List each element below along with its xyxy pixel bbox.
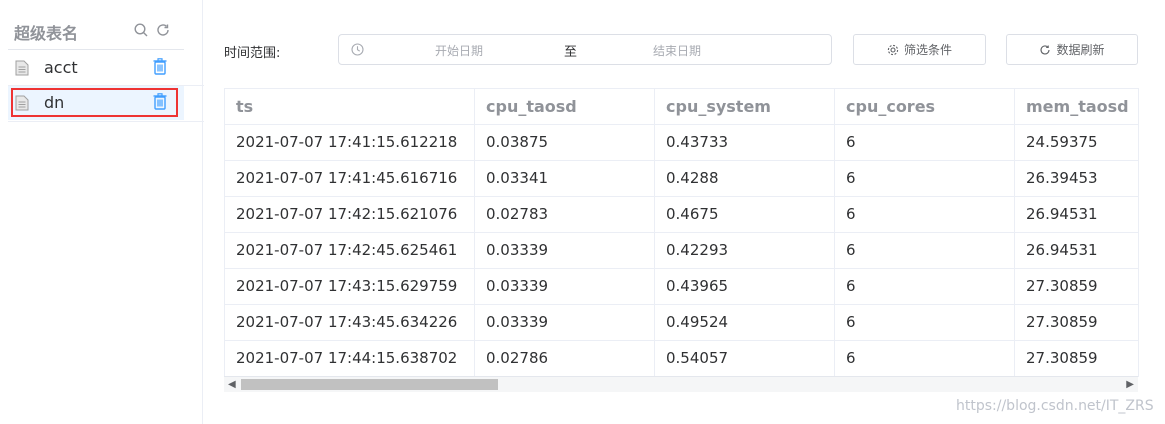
filter-button-label: 筛选条件 (903, 43, 952, 57)
table-row: 2021-07-07 17:41:45.616716 0.03341 0.428… (225, 161, 1139, 197)
table-cell: 0.42293 (655, 233, 835, 268)
table-cell: 0.54057 (655, 341, 835, 376)
sidebar-item-label: acct (44, 58, 78, 77)
clock-icon (351, 43, 364, 56)
table-row: 2021-07-07 17:43:45.634226 0.03339 0.495… (225, 305, 1139, 341)
column-header[interactable]: cpu_cores (835, 89, 1015, 124)
table-cell: 6 (835, 305, 1015, 340)
table-cell: 0.49524 (655, 305, 835, 340)
table-cell: 24.59375 (1015, 125, 1139, 160)
table-cell: 6 (835, 233, 1015, 268)
scrollbar-thumb[interactable] (241, 379, 498, 390)
document-icon (15, 60, 29, 76)
table-cell: 0.4288 (655, 161, 835, 196)
table-cell: 6 (835, 269, 1015, 304)
end-date-input[interactable]: 结束日期 (653, 42, 701, 59)
table-row: 2021-07-07 17:42:15.621076 0.02783 0.467… (225, 197, 1139, 233)
delete-icon[interactable] (153, 58, 167, 75)
table-cell: 0.02783 (475, 197, 655, 232)
horizontal-scrollbar[interactable]: ◀ ▶ (224, 376, 1138, 392)
table-cell: 2021-07-07 17:42:45.625461 (225, 233, 475, 268)
sidebar-item-dn[interactable]: dn (8, 86, 184, 120)
table-cell: 26.94531 (1015, 233, 1139, 268)
table-cell: 0.43733 (655, 125, 835, 160)
document-icon (15, 95, 29, 111)
table-cell: 27.30859 (1015, 269, 1139, 304)
column-header[interactable]: cpu_taosd (475, 89, 655, 124)
scroll-right-icon[interactable]: ▶ (1126, 379, 1134, 390)
table-cell: 0.03875 (475, 125, 655, 160)
date-range-picker[interactable]: 开始日期 至 结束日期 (338, 34, 832, 65)
table-cell: 27.30859 (1015, 305, 1139, 340)
sidebar: 超级表名 acct dn (0, 0, 204, 424)
table-cell: 6 (835, 161, 1015, 196)
table-cell: 0.03339 (475, 305, 655, 340)
sidebar-divider (8, 121, 204, 122)
sidebar-item-acct[interactable]: acct (8, 51, 184, 85)
table-cell: 26.94531 (1015, 197, 1139, 232)
table-row: 2021-07-07 17:43:15.629759 0.03339 0.439… (225, 269, 1139, 305)
data-table: ts cpu_taosd cpu_system cpu_cores mem_ta… (224, 88, 1139, 377)
column-header[interactable]: ts (225, 89, 475, 124)
refresh-icon (1040, 44, 1051, 54)
range-separator: 至 (564, 45, 578, 60)
table-cell: 0.03339 (475, 269, 655, 304)
table-row: 2021-07-07 17:41:15.612218 0.03875 0.437… (225, 125, 1139, 161)
sidebar-header: 超级表名 (0, 14, 203, 48)
refresh-data-button[interactable]: 数据刷新 (1006, 34, 1138, 65)
table-cell: 0.02786 (475, 341, 655, 376)
refresh-icon[interactable] (155, 22, 171, 38)
table-cell: 2021-07-07 17:41:15.612218 (225, 125, 475, 160)
table-row: 2021-07-07 17:42:45.625461 0.03339 0.422… (225, 233, 1139, 269)
table-cell: 0.43965 (655, 269, 835, 304)
column-header[interactable]: cpu_system (655, 89, 835, 124)
sidebar-divider (8, 49, 184, 50)
table-cell: 6 (835, 125, 1015, 160)
table-row: 2021-07-07 17:44:15.638702 0.02786 0.540… (225, 341, 1139, 377)
table-cell: 2021-07-07 17:44:15.638702 (225, 341, 475, 376)
sidebar-item-label: dn (44, 93, 65, 112)
table-cell: 2021-07-07 17:42:15.621076 (225, 197, 475, 232)
table-cell: 27.30859 (1015, 341, 1139, 376)
filter-conditions-button[interactable]: 筛选条件 (853, 34, 986, 65)
gear-icon (887, 44, 899, 55)
search-icon[interactable] (133, 22, 149, 38)
table-cell: 2021-07-07 17:43:15.629759 (225, 269, 475, 304)
refresh-button-label: 数据刷新 (1056, 43, 1105, 57)
table-header-row: ts cpu_taosd cpu_system cpu_cores mem_ta… (225, 89, 1139, 125)
watermark: https://blog.csdn.net/IT_ZRS (956, 398, 1154, 414)
table-cell: 6 (835, 197, 1015, 232)
start-date-input[interactable]: 开始日期 (435, 42, 483, 59)
delete-icon[interactable] (153, 93, 167, 110)
table-cell: 6 (835, 341, 1015, 376)
column-header[interactable]: mem_taosd (1015, 89, 1139, 124)
sidebar-title: 超级表名 (14, 24, 79, 43)
scroll-left-icon[interactable]: ◀ (228, 379, 236, 390)
time-range-label: 时间范围: (224, 46, 281, 61)
table-cell: 2021-07-07 17:41:45.616716 (225, 161, 475, 196)
table-cell: 2021-07-07 17:43:45.634226 (225, 305, 475, 340)
table-cell: 0.03341 (475, 161, 655, 196)
table-cell: 0.4675 (655, 197, 835, 232)
table-cell: 26.39453 (1015, 161, 1139, 196)
table-cell: 0.03339 (475, 233, 655, 268)
